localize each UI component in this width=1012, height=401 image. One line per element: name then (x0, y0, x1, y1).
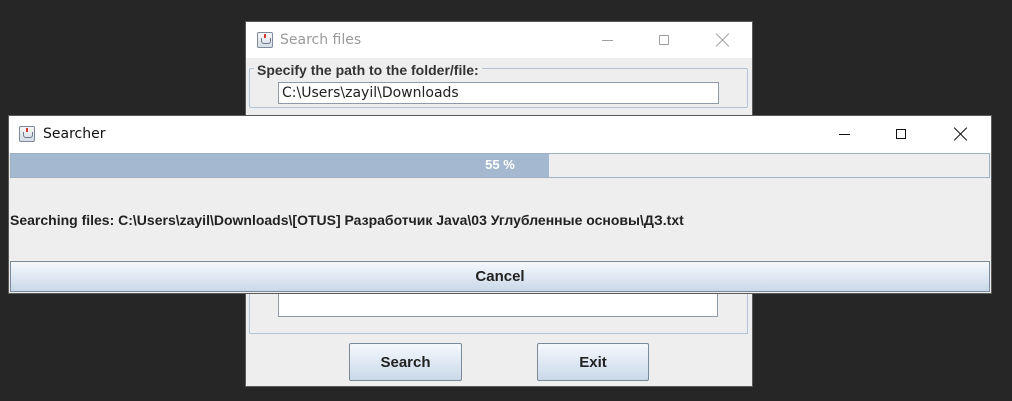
maximize-icon (896, 129, 906, 139)
close-icon (716, 33, 730, 47)
search-button-label: Search (380, 353, 431, 371)
minimize-button[interactable] (833, 120, 855, 148)
cancel-button-label: Cancel (475, 268, 525, 285)
window-title: Search files (280, 32, 362, 48)
maximize-button[interactable] (890, 120, 912, 148)
progress-text: 55 % (485, 157, 515, 172)
path-input[interactable]: C:\Users\zayil\Downloads (278, 82, 719, 104)
maximize-button[interactable] (653, 26, 675, 54)
java-app-icon (257, 32, 273, 48)
path-input-value: C:\Users\zayil\Downloads (282, 85, 459, 101)
status-text: Searching files: C:\Users\zayil\Download… (10, 212, 684, 228)
searcher-titlebar: Searcher (9, 116, 991, 153)
exit-button[interactable]: Exit (537, 343, 649, 381)
close-button[interactable] (950, 120, 972, 148)
path-group-label: Specify the path to the folder/file: (254, 62, 482, 78)
java-app-icon (19, 126, 35, 142)
close-button[interactable] (712, 26, 734, 54)
exit-button-label: Exit (579, 353, 607, 371)
minimize-icon (601, 39, 613, 41)
search-files-titlebar: Search files (246, 22, 752, 58)
minimize-button[interactable] (596, 26, 618, 54)
cancel-button[interactable]: Cancel (10, 261, 990, 292)
progress-bar: 55 % (10, 153, 990, 178)
minimize-icon (838, 133, 850, 135)
dialog-title: Searcher (43, 126, 106, 142)
search-button[interactable]: Search (349, 343, 462, 381)
maximize-icon (659, 35, 669, 45)
searcher-dialog: Searcher 55 % Searching files: C:\Users\… (9, 116, 991, 293)
close-icon (954, 127, 968, 141)
